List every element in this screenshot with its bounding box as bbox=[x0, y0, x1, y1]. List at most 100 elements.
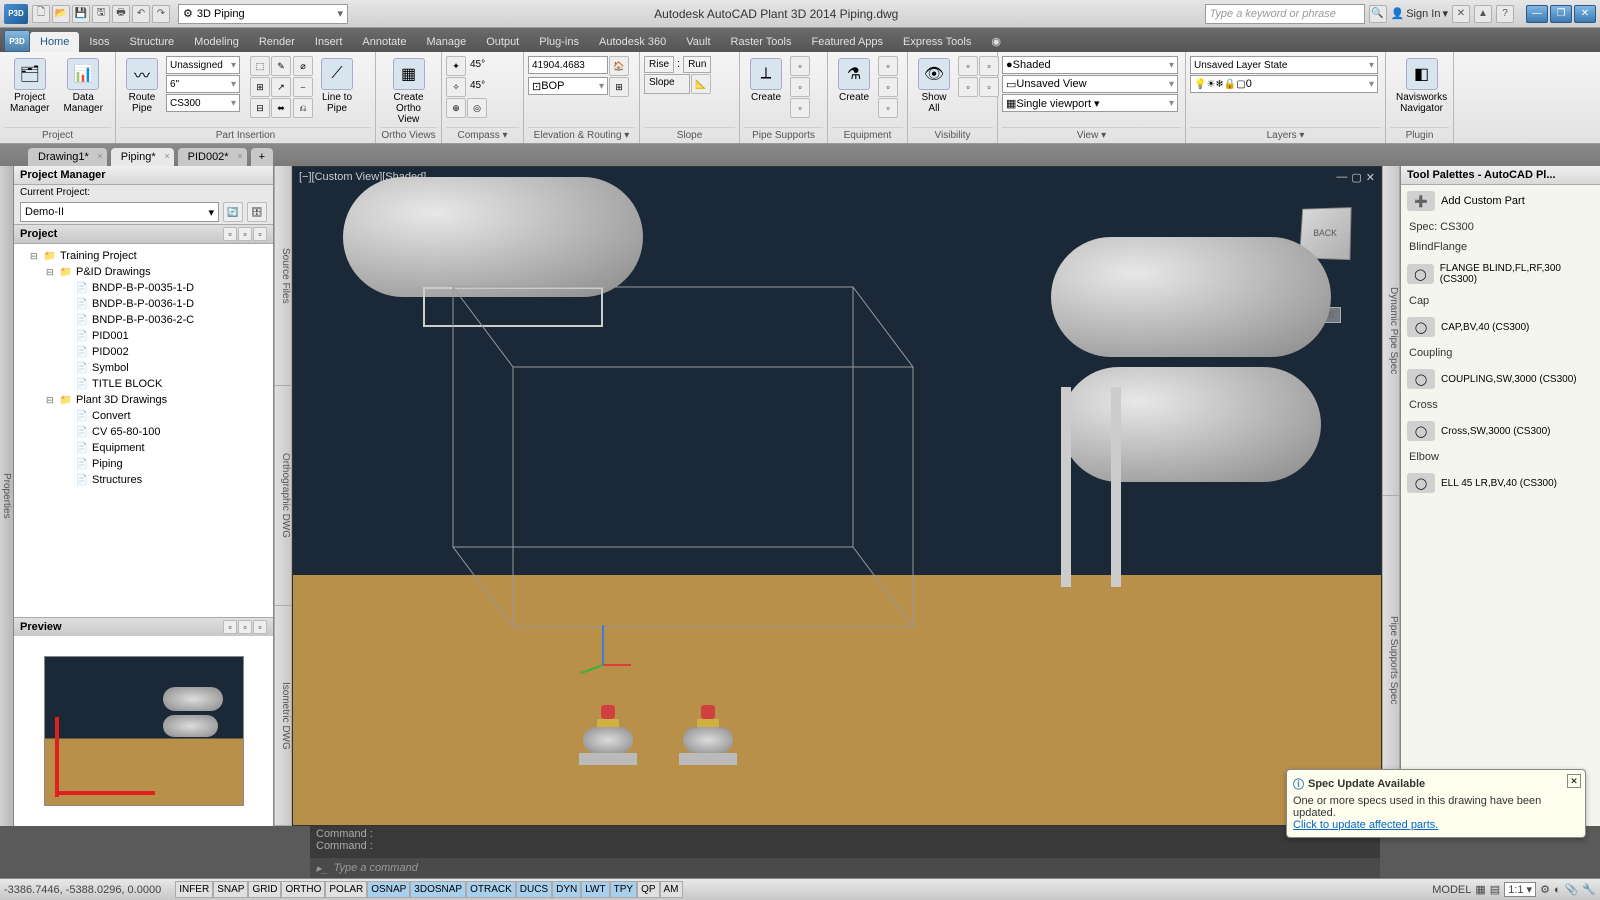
compass-icon[interactable]: ✧ bbox=[446, 77, 466, 97]
status-toggle-osnap[interactable]: OSNAP bbox=[367, 881, 410, 898]
sm-btn[interactable]: ▫ bbox=[878, 98, 898, 118]
viewport-dropdown[interactable]: ▦ Single viewport ▾ bbox=[1002, 94, 1178, 112]
ribbon-tab-more[interactable]: ◉ bbox=[981, 31, 1011, 52]
sm-btn[interactable]: ▫ bbox=[878, 77, 898, 97]
tree-item[interactable]: 📄BNDP-B-P-0036-1-D bbox=[18, 296, 269, 312]
add-custom-part[interactable]: ➕Add Custom Part bbox=[1401, 185, 1600, 217]
run-button[interactable]: Run bbox=[683, 56, 711, 73]
tab-close-icon[interactable]: × bbox=[164, 151, 169, 161]
ribbon-tab-output[interactable]: Output bbox=[476, 32, 529, 52]
route-pipe-button[interactable]: 〰Route Pipe bbox=[120, 56, 164, 116]
line-to-pipe-button[interactable]: ⟋Line to Pipe bbox=[315, 56, 359, 116]
status-icon[interactable]: ▦ bbox=[1475, 883, 1485, 896]
sm-btn[interactable]: ▫ bbox=[790, 56, 810, 76]
sm-btn[interactable]: ▫ bbox=[790, 77, 810, 97]
sm-btn[interactable]: ⎯ bbox=[293, 77, 313, 97]
side-rail-tab[interactable]: Orthographic DWG bbox=[275, 386, 291, 606]
refresh-icon[interactable]: 🔄 bbox=[223, 202, 243, 222]
ribbon-tab-render[interactable]: Render bbox=[249, 32, 305, 52]
tab-close-icon[interactable]: × bbox=[97, 151, 102, 161]
ribbon-tab-raster-tools[interactable]: Raster Tools bbox=[721, 32, 802, 52]
palette-item[interactable]: ◯ELL 45 LR,BV,40 (CS300) bbox=[1401, 467, 1600, 499]
layer-state-dropdown[interactable]: Unsaved Layer State bbox=[1190, 56, 1378, 74]
palette-item[interactable]: ◯CAP,BV,40 (CS300) bbox=[1401, 311, 1600, 343]
tree-item[interactable]: 📄Piping bbox=[18, 456, 269, 472]
status-toggle-am[interactable]: AM bbox=[660, 881, 683, 898]
sm-btn[interactable]: ⌀ bbox=[293, 56, 313, 76]
visual-style-dropdown[interactable]: ● Shaded bbox=[1002, 56, 1178, 74]
restore-button[interactable]: ❐ bbox=[1550, 5, 1572, 23]
sm-btn[interactable]: ▫ bbox=[958, 77, 978, 97]
tree-item[interactable]: 📄Symbol bbox=[18, 360, 269, 376]
ribbon-tab-insert[interactable]: Insert bbox=[305, 32, 353, 52]
create-support-button[interactable]: ⟂Create bbox=[744, 56, 788, 105]
tree-item[interactable]: ⊟📁P&ID Drawings bbox=[18, 264, 269, 280]
status-icon[interactable]: ▤ bbox=[1490, 883, 1500, 896]
status-icon[interactable]: ⚙ bbox=[1540, 883, 1550, 896]
status-toggle-qp[interactable]: QP bbox=[637, 881, 659, 898]
sm-btn[interactable]: ⊞ bbox=[609, 77, 629, 97]
status-toggle-ducs[interactable]: DUCS bbox=[516, 881, 552, 898]
command-input[interactable]: ▸_ Type a command bbox=[310, 858, 1380, 878]
named-view-dropdown[interactable]: ▭ Unsaved View bbox=[1002, 75, 1178, 93]
create-equipment-button[interactable]: ⚗Create bbox=[832, 56, 876, 105]
palette-item[interactable]: ◯FLANGE BLIND,FL,RF,300 (CS300) bbox=[1401, 257, 1600, 291]
sm-btn[interactable]: ✎ bbox=[271, 56, 291, 76]
ribbon-tab-express-tools[interactable]: Express Tools bbox=[893, 32, 981, 52]
tree-item[interactable]: 📄Equipment bbox=[18, 440, 269, 456]
sm-btn[interactable]: ▫ bbox=[238, 620, 252, 634]
status-icon[interactable]: 📎 bbox=[1565, 883, 1579, 896]
tree-item[interactable]: 📄PID002 bbox=[18, 344, 269, 360]
sm-btn[interactable]: ⬌ bbox=[271, 98, 291, 118]
status-toggle-grid[interactable]: GRID bbox=[248, 881, 281, 898]
saveas-icon[interactable]: 🖫 bbox=[92, 5, 110, 23]
tree-item[interactable]: ⊟📁Plant 3D Drawings bbox=[18, 392, 269, 408]
sm-btn[interactable]: ▫ bbox=[878, 56, 898, 76]
ribbon-tab-home[interactable]: Home bbox=[30, 32, 79, 52]
ribbon-tab-manage[interactable]: Manage bbox=[416, 32, 476, 52]
sm-btn[interactable]: ▫ bbox=[223, 620, 237, 634]
show-all-button[interactable]: 👁Show All bbox=[912, 56, 956, 116]
tree-item[interactable]: ⊟📁Training Project bbox=[18, 248, 269, 264]
redo-icon[interactable]: ↷ bbox=[152, 5, 170, 23]
project-manager-button[interactable]: 🗂Project Manager bbox=[4, 56, 55, 116]
sm-btn[interactable]: ▫ bbox=[790, 98, 810, 118]
help-icon[interactable]: ? bbox=[1496, 5, 1514, 23]
palette-item[interactable]: ◯Cross,SW,3000 (CS300) bbox=[1401, 415, 1600, 447]
vp-minimize-icon[interactable]: — bbox=[1336, 171, 1347, 184]
ribbon-tab-featured-apps[interactable]: Featured Apps bbox=[801, 32, 893, 52]
tree-item[interactable]: 📄BNDP-B-P-0036-2-C bbox=[18, 312, 269, 328]
exchange-icon[interactable]: ✕ bbox=[1452, 5, 1470, 23]
sm-btn[interactable]: ▫ bbox=[238, 227, 252, 241]
db-icon[interactable]: 🗄 bbox=[247, 202, 267, 222]
signin-button[interactable]: 👤 Sign In ▾ bbox=[1391, 7, 1448, 20]
slope-button[interactable]: Slope bbox=[644, 74, 690, 94]
status-toggle-snap[interactable]: SNAP bbox=[213, 881, 248, 898]
tree-item[interactable]: 📄Convert bbox=[18, 408, 269, 424]
new-tab-button[interactable]: + bbox=[251, 148, 273, 166]
search-input[interactable]: Type a keyword or phrase bbox=[1205, 4, 1365, 24]
model-button[interactable]: MODEL bbox=[1432, 884, 1471, 896]
rise-button[interactable]: Rise bbox=[644, 56, 674, 73]
current-project-dropdown[interactable]: Demo-II bbox=[20, 202, 219, 222]
ribbon-tab-annotate[interactable]: Annotate bbox=[352, 32, 416, 52]
navisworks-button[interactable]: ◧Navisworks Navigator bbox=[1390, 56, 1453, 116]
ribbon-tab-plug-ins[interactable]: Plug-ins bbox=[529, 32, 589, 52]
ribbon-tab-modeling[interactable]: Modeling bbox=[184, 32, 249, 52]
palette-item[interactable]: ◯COUPLING,SW,3000 (CS300) bbox=[1401, 363, 1600, 395]
sm-btn[interactable]: ⎌ bbox=[293, 98, 313, 118]
scale-dropdown[interactable]: 1:1 ▾ bbox=[1504, 882, 1536, 897]
status-icon[interactable]: ◐ bbox=[1554, 884, 1561, 896]
slope-icon[interactable]: 📐 bbox=[691, 74, 711, 94]
tree-item[interactable]: 📄TITLE BLOCK bbox=[18, 376, 269, 392]
tree-item[interactable]: 📄PID001 bbox=[18, 328, 269, 344]
app-icon[interactable]: ▲ bbox=[1474, 5, 1492, 23]
status-toggle-polar[interactable]: POLAR bbox=[325, 881, 367, 898]
tree-item[interactable]: 📄CV 65-80-100 bbox=[18, 424, 269, 440]
ribbon-tab-autodesk-360[interactable]: Autodesk 360 bbox=[589, 32, 676, 52]
sm-btn[interactable]: ▫ bbox=[979, 77, 999, 97]
status-toggle-ortho[interactable]: ORTHO bbox=[281, 881, 325, 898]
print-icon[interactable]: 🖶 bbox=[112, 5, 130, 23]
side-rail-tab[interactable]: Source Files bbox=[275, 166, 291, 386]
tool-palette-tab[interactable]: Dynamic Pipe Spec bbox=[1383, 166, 1399, 496]
